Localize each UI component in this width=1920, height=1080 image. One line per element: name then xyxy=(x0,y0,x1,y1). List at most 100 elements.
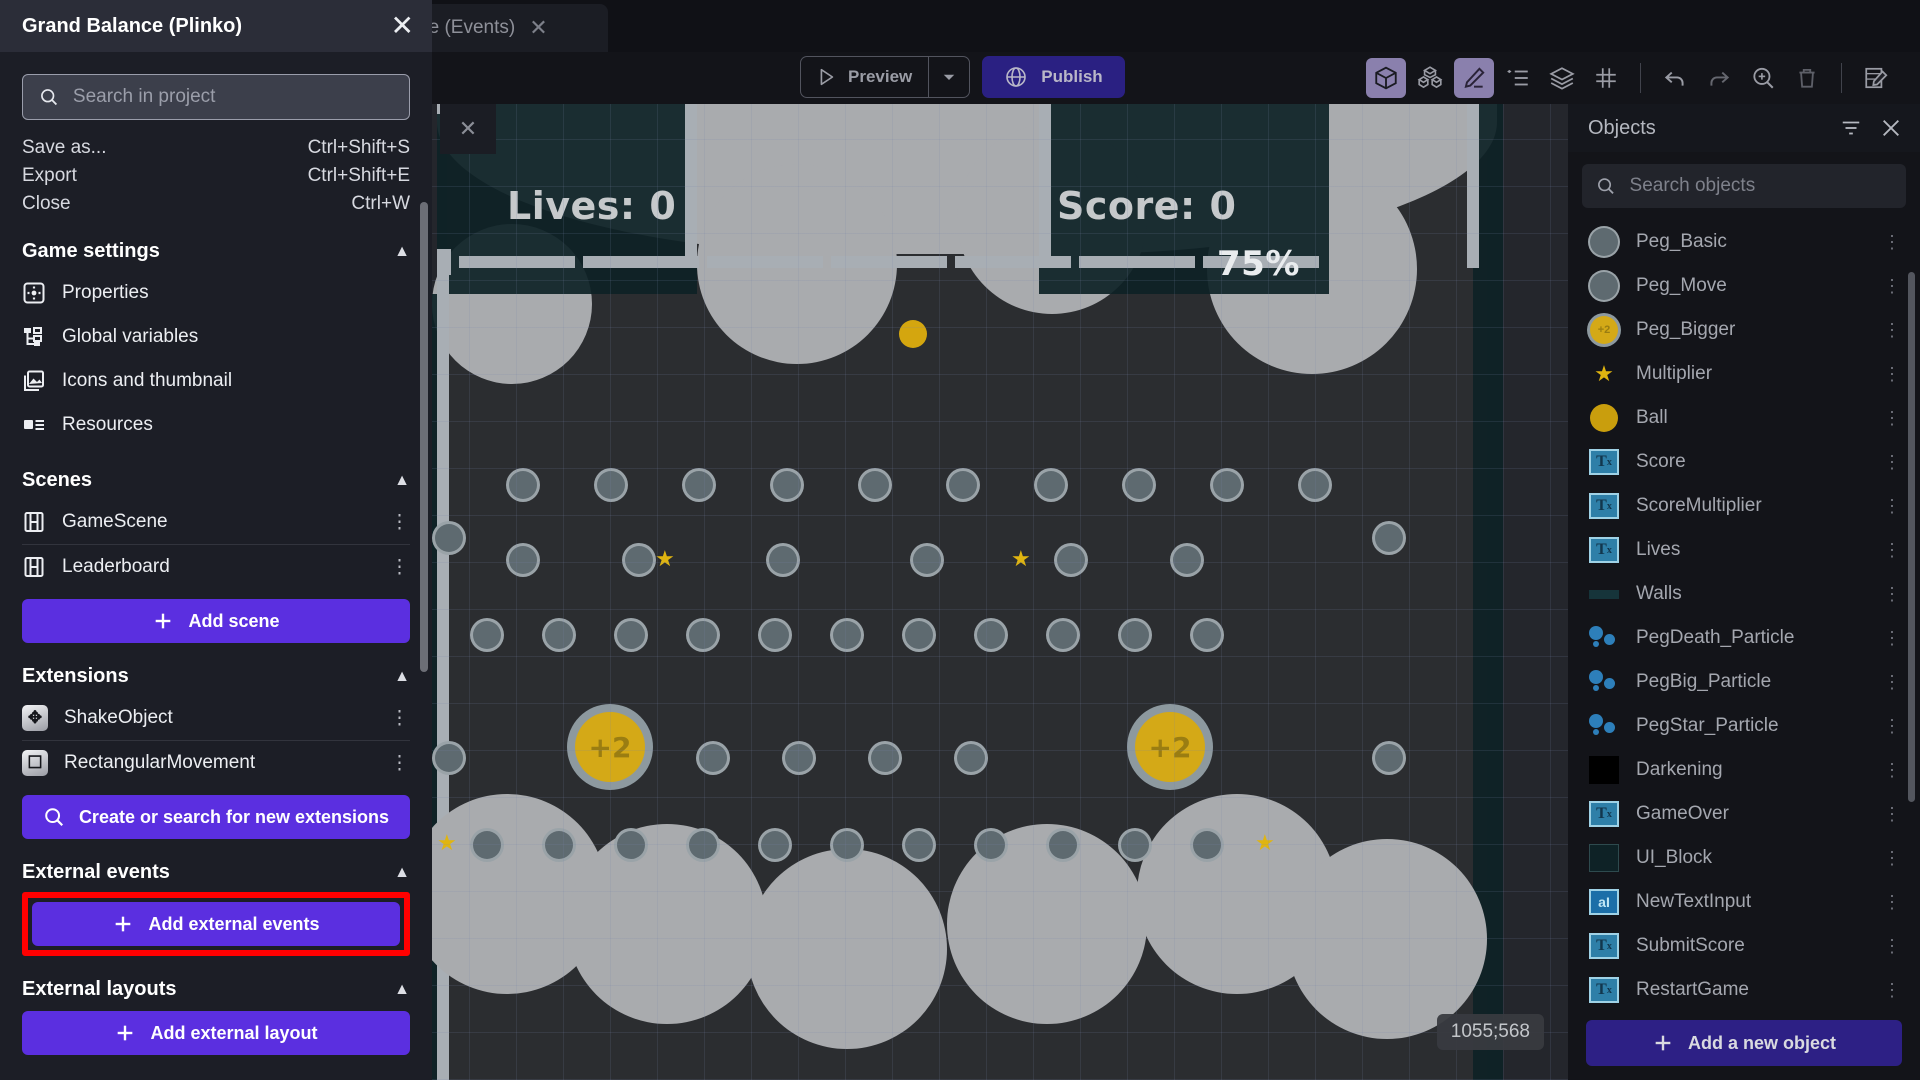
objects-panel-title: Objects xyxy=(1588,117,1656,140)
object-list-item[interactable]: ★Multiplier⋮ xyxy=(1568,352,1920,396)
menu-item-save-as[interactable]: Save as... Ctrl+Shift+S xyxy=(22,134,410,162)
section-header-scenes[interactable]: Scenes ▲ xyxy=(22,469,410,492)
zoom-in-icon[interactable] xyxy=(1743,58,1783,98)
ball-thumbnail xyxy=(1590,404,1618,432)
kebab-menu-icon[interactable]: ⋮ xyxy=(1883,936,1902,957)
extension-item-shakeobject[interactable]: ✥ ShakeObject ⋮ xyxy=(22,696,410,740)
section-header-game-settings[interactable]: Game settings ▲ xyxy=(22,240,410,263)
kebab-menu-icon[interactable]: ⋮ xyxy=(390,556,410,579)
object-list-item[interactable]: Ball⋮ xyxy=(1568,396,1920,440)
section-header-external-layouts[interactable]: External layouts ▲ xyxy=(22,978,410,1001)
kebab-menu-icon[interactable]: ⋮ xyxy=(1883,232,1902,253)
extension-item-rectangularmovement[interactable]: ☐ RectangularMovement ⋮ xyxy=(22,741,410,785)
add-new-object-label: Add a new object xyxy=(1688,1033,1836,1054)
project-panel-header: Grand Balance (Plinko) ✕ xyxy=(0,0,432,52)
add-scene-button[interactable]: Add scene xyxy=(22,599,410,643)
sidebar-item-resources[interactable]: Resources xyxy=(22,403,410,447)
kebab-menu-icon[interactable]: ⋮ xyxy=(390,511,410,534)
menu-item-close[interactable]: Close Ctrl+W xyxy=(22,190,410,218)
object-list-item[interactable]: +2Peg_Bigger⋮ xyxy=(1568,308,1920,352)
kebab-menu-icon[interactable]: ⋮ xyxy=(390,707,410,730)
scene-item-gamescene[interactable]: GameScene ⋮ xyxy=(22,500,410,544)
object-list-item[interactable]: Walls⋮ xyxy=(1568,572,1920,616)
search-in-project-field[interactable] xyxy=(22,74,410,120)
close-icon[interactable]: ✕ xyxy=(440,104,496,154)
kebab-menu-icon[interactable]: ⋮ xyxy=(1883,540,1902,561)
scene-item-leaderboard[interactable]: Leaderboard ⋮ xyxy=(22,545,410,589)
list-properties-icon[interactable] xyxy=(1498,58,1538,98)
kebab-menu-icon[interactable]: ⋮ xyxy=(1883,364,1902,385)
filter-icon[interactable] xyxy=(1840,117,1862,139)
search-input[interactable] xyxy=(73,86,393,108)
kebab-menu-icon[interactable]: ⋮ xyxy=(1883,892,1902,913)
menu-item-export[interactable]: Export Ctrl+Shift+E xyxy=(22,162,410,190)
kebab-menu-icon[interactable]: ⋮ xyxy=(1883,716,1902,737)
chevron-up-icon: ▲ xyxy=(394,243,410,261)
object-list-item[interactable]: aINewTextInput⋮ xyxy=(1568,880,1920,924)
sidebar-item-icons-and-thumbnail[interactable]: Icons and thumbnail xyxy=(22,359,410,403)
object-list-item[interactable]: TxLives⋮ xyxy=(1568,528,1920,572)
cubes-group-icon[interactable] xyxy=(1410,58,1450,98)
kebab-menu-icon[interactable]: ⋮ xyxy=(1883,980,1902,1001)
object-thumbnail xyxy=(1588,666,1620,698)
search-objects-input[interactable] xyxy=(1630,175,1892,197)
add-external-layout-button[interactable]: Add external layout xyxy=(22,1011,410,1055)
object-list-item[interactable]: TxScoreMultiplier⋮ xyxy=(1568,484,1920,528)
wall-thumbnail xyxy=(1589,590,1619,599)
section-header-extensions[interactable]: Extensions ▲ xyxy=(22,665,410,688)
edit-events-icon[interactable] xyxy=(1856,58,1896,98)
redo-icon[interactable] xyxy=(1699,58,1739,98)
add-new-object-button[interactable]: Add a new object xyxy=(1586,1020,1902,1066)
object-list-item[interactable]: UI_Block⋮ xyxy=(1568,836,1920,880)
objects-scrollbar[interactable] xyxy=(1908,272,1915,802)
scene-canvas[interactable]: Lives: 0 Score: 0 75% xyxy=(432,104,1568,1080)
preview-dropdown-button[interactable] xyxy=(929,57,969,97)
kebab-menu-icon[interactable]: ⋮ xyxy=(1883,452,1902,473)
pencil-edit-icon[interactable] xyxy=(1454,58,1494,98)
kebab-menu-icon[interactable]: ⋮ xyxy=(1883,276,1902,297)
kebab-menu-icon[interactable]: ⋮ xyxy=(390,752,410,775)
close-icon[interactable] xyxy=(1880,117,1902,139)
object-name: Peg_Move xyxy=(1636,275,1867,297)
kebab-menu-icon[interactable]: ⋮ xyxy=(1883,496,1902,517)
kebab-menu-icon[interactable]: ⋮ xyxy=(1883,628,1902,649)
object-list-item[interactable]: Peg_Basic⋮ xyxy=(1568,220,1920,264)
object-list-item[interactable]: TxSubmitScore⋮ xyxy=(1568,924,1920,968)
object-list-item[interactable]: Darkening⋮ xyxy=(1568,748,1920,792)
kebab-menu-icon[interactable]: ⋮ xyxy=(1883,848,1902,869)
object-list-item[interactable]: PegBig_Particle⋮ xyxy=(1568,660,1920,704)
object-list-item[interactable]: PegDeath_Particle⋮ xyxy=(1568,616,1920,660)
close-icon[interactable]: ✕ xyxy=(391,12,414,40)
undo-icon[interactable] xyxy=(1655,58,1695,98)
grid-icon[interactable] xyxy=(1586,58,1626,98)
object-list-item[interactable]: TxRestartGame⋮ xyxy=(1568,968,1920,1008)
kebab-menu-icon[interactable]: ⋮ xyxy=(1883,320,1902,341)
kebab-menu-icon[interactable]: ⋮ xyxy=(1883,804,1902,825)
sidebar-item-properties[interactable]: Properties xyxy=(22,271,410,315)
kebab-menu-icon[interactable]: ⋮ xyxy=(1883,584,1902,605)
preview-button-group[interactable]: Preview xyxy=(800,56,970,98)
section-header-external-events[interactable]: External events ▲ xyxy=(22,861,410,884)
kebab-menu-icon[interactable]: ⋮ xyxy=(1883,672,1902,693)
create-or-search-extensions-button[interactable]: Create or search for new extensions xyxy=(22,795,410,839)
trash-icon[interactable] xyxy=(1787,58,1827,98)
section-title: Extensions xyxy=(22,665,129,688)
search-objects-field[interactable] xyxy=(1582,164,1906,208)
preview-button[interactable]: Preview xyxy=(801,57,928,97)
layers-icon[interactable] xyxy=(1542,58,1582,98)
add-external-events-button[interactable]: Add external events xyxy=(32,902,400,946)
kebab-menu-icon[interactable]: ⋮ xyxy=(1883,760,1902,781)
object-list-item[interactable]: Peg_Move ⋮ xyxy=(1568,264,1920,308)
menu-label: Export xyxy=(22,165,77,187)
kebab-menu-icon[interactable]: ⋮ xyxy=(1883,408,1902,429)
sidebar-item-label: Icons and thumbnail xyxy=(62,370,410,392)
object-list-item[interactable]: TxGameOver⋮ xyxy=(1568,792,1920,836)
object-thumbnail: Tx xyxy=(1588,490,1620,522)
close-icon[interactable]: ✕ xyxy=(529,17,547,39)
publish-button[interactable]: Publish xyxy=(982,56,1124,98)
sidebar-item-global-variables[interactable]: Global variables xyxy=(22,315,410,359)
object-list-item[interactable]: TxScore⋮ xyxy=(1568,440,1920,484)
cube-icon[interactable] xyxy=(1366,58,1406,98)
object-list-item[interactable]: PegStar_Particle⋮ xyxy=(1568,704,1920,748)
project-panel-scrollbar[interactable] xyxy=(420,202,428,672)
